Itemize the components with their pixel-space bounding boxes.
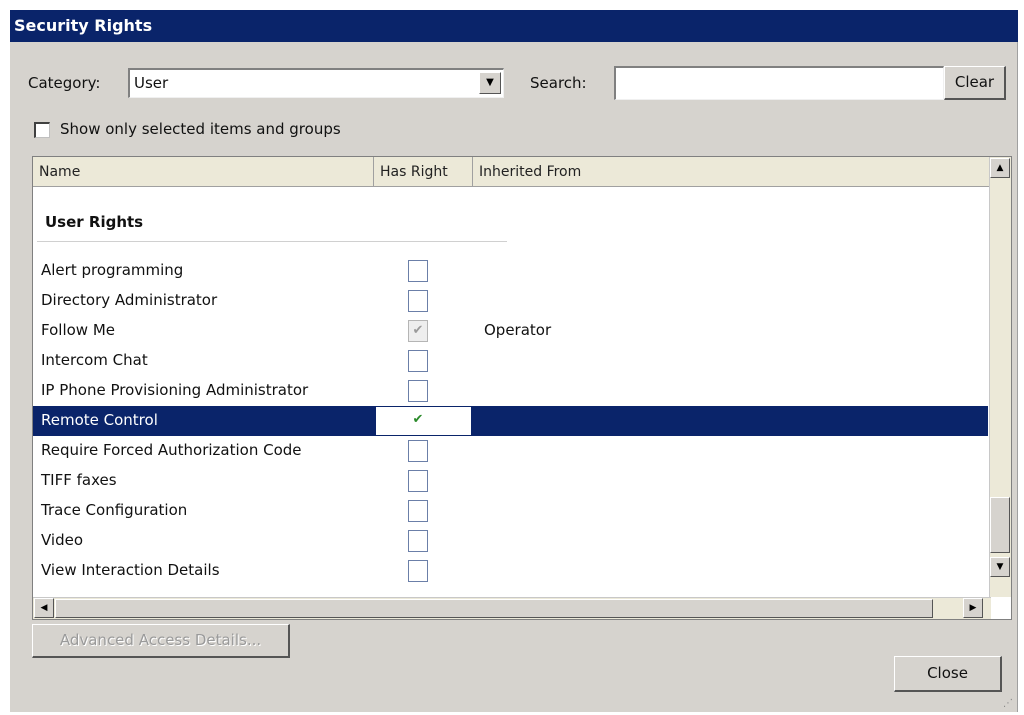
- right-name: Remote Control: [41, 411, 158, 429]
- inherited-from: Operator: [484, 321, 552, 339]
- right-name: IP Phone Provisioning Administrator: [41, 381, 309, 399]
- right-name: Trace Configuration: [41, 501, 188, 519]
- section-title: User Rights: [45, 213, 144, 231]
- has-right-checkbox[interactable]: [408, 560, 428, 582]
- vertical-scroll-thumb[interactable]: [990, 497, 1010, 553]
- has-right-checkbox[interactable]: [408, 470, 428, 492]
- table-row[interactable]: Follow Me ✔ Operator: [33, 316, 988, 346]
- table-row-selected[interactable]: Remote Control ✔: [33, 406, 988, 436]
- show-selected-checkbox[interactable]: [34, 122, 50, 138]
- has-right-checkbox[interactable]: ✔: [408, 320, 428, 342]
- scroll-left-icon[interactable]: ◀: [34, 598, 54, 618]
- scroll-right-icon[interactable]: ▶: [963, 598, 983, 618]
- column-header-inherited-from[interactable]: Inherited From: [473, 157, 991, 187]
- right-name: Follow Me: [41, 321, 115, 339]
- has-right-checkbox[interactable]: [408, 380, 428, 402]
- has-right-checkbox[interactable]: [408, 530, 428, 552]
- has-right-checkbox[interactable]: [408, 500, 428, 522]
- table-row[interactable]: Alert programming: [33, 256, 988, 286]
- table-row[interactable]: Directory Administrator: [33, 286, 988, 316]
- horizontal-scrollbar[interactable]: ◀ ▶: [33, 597, 991, 619]
- right-name: Video: [41, 531, 84, 549]
- table-row[interactable]: Trace Configuration: [33, 496, 988, 526]
- category-dropdown[interactable]: User ▼: [128, 68, 504, 98]
- scroll-down-icon[interactable]: ▼: [990, 557, 1010, 577]
- window-title: Security Rights: [10, 10, 1018, 42]
- scroll-up-icon[interactable]: ▲: [990, 158, 1010, 178]
- section-divider: [37, 241, 507, 242]
- show-selected-label: Show only selected items and groups: [60, 120, 341, 138]
- clear-button[interactable]: Clear: [944, 66, 1006, 100]
- category-label: Category:: [28, 74, 101, 92]
- advanced-access-details-button[interactable]: Advanced Access Details...: [32, 624, 290, 658]
- right-name: Directory Administrator: [41, 291, 218, 309]
- chevron-down-icon[interactable]: ▼: [479, 72, 501, 94]
- security-rights-dialog: Security Rights Category: User ▼ Search:…: [10, 10, 1018, 712]
- search-label: Search:: [530, 74, 587, 92]
- horizontal-scroll-thumb[interactable]: [55, 599, 933, 618]
- right-name: TIFF faxes: [41, 471, 117, 489]
- right-name: Intercom Chat: [41, 351, 148, 369]
- search-input[interactable]: [614, 66, 944, 100]
- table-row[interactable]: IP Phone Provisioning Administrator: [33, 376, 988, 406]
- close-button[interactable]: Close: [894, 656, 1002, 692]
- vertical-scrollbar[interactable]: ▲ ▼: [989, 157, 1011, 597]
- table-row[interactable]: View Interaction Details: [33, 556, 988, 586]
- table-row[interactable]: TIFF faxes: [33, 466, 988, 496]
- right-name: Alert programming: [41, 261, 184, 279]
- rights-table: Name Has Right Inherited From User Right…: [32, 156, 1012, 620]
- right-name: View Interaction Details: [41, 561, 220, 579]
- table-row[interactable]: Intercom Chat: [33, 346, 988, 376]
- has-right-checkbox[interactable]: [408, 290, 428, 312]
- resize-grip-icon[interactable]: ⋰: [1003, 698, 1015, 710]
- column-header-has-right[interactable]: Has Right: [374, 157, 473, 187]
- table-row[interactable]: Require Forced Authorization Code: [33, 436, 988, 466]
- table-row[interactable]: Video: [33, 526, 988, 556]
- has-right-checkbox[interactable]: [408, 260, 428, 282]
- has-right-checkbox[interactable]: [408, 350, 428, 372]
- has-right-checkbox[interactable]: ✔: [408, 410, 428, 432]
- has-right-checkbox[interactable]: [408, 440, 428, 462]
- right-name: Require Forced Authorization Code: [41, 441, 302, 459]
- category-value: User: [134, 74, 169, 92]
- column-header-name[interactable]: Name: [33, 157, 374, 187]
